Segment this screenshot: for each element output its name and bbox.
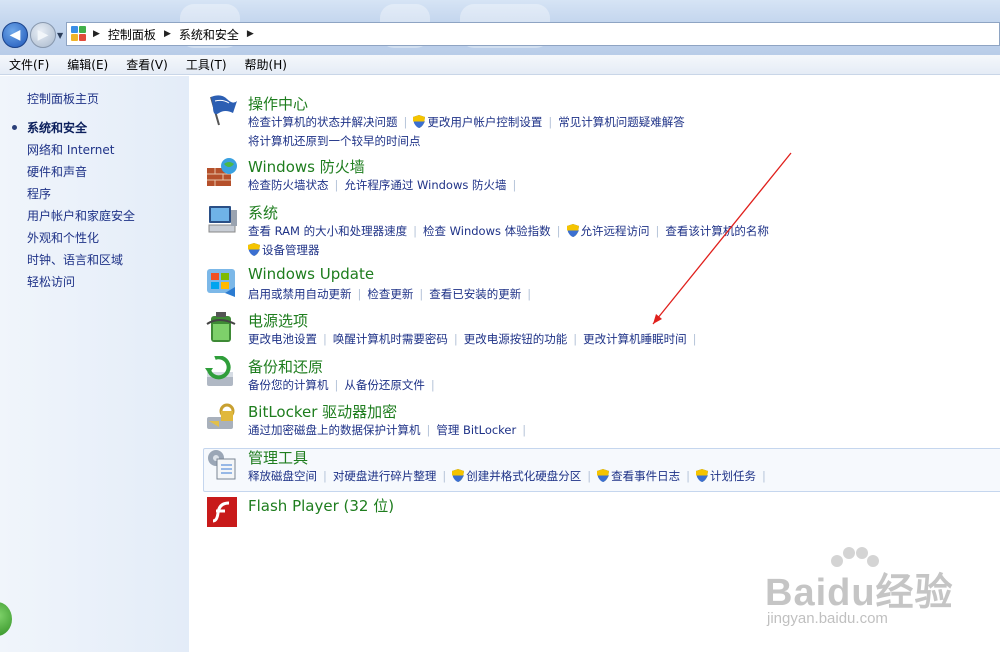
nav-item-network[interactable]: 网络和 Internet — [27, 142, 135, 164]
address-bar-region: ◀ ▶ ▼ ▶ 控制面板 ▶ 系统和安全 ▶ — [0, 0, 1000, 55]
nav-item-hardware-sound[interactable]: 硬件和声音 — [27, 164, 135, 186]
baidu-watermark: Baidu经验 jingyan.baidu.com — [755, 547, 995, 645]
breadcrumb-arrow-icon[interactable]: ▶ — [93, 29, 100, 39]
nav-item-programs[interactable]: 程序 — [27, 186, 135, 208]
back-button[interactable]: ◀ — [2, 22, 28, 48]
forward-button[interactable]: ▶ — [30, 22, 56, 48]
breadcrumb-control-panel[interactable]: 控制面板 — [108, 26, 156, 43]
breadcrumb-system-security[interactable]: 系统和安全 — [179, 26, 239, 43]
current-item-bullet-icon — [12, 125, 17, 130]
watermark-brand: Baidu经验 — [765, 572, 954, 614]
nav-list: 系统和安全 网络和 Internet 硬件和声音 程序 用户帐户和家庭安全 外观… — [27, 120, 135, 296]
menu-view[interactable]: 查看(V) — [117, 56, 177, 73]
menu-help[interactable]: 帮助(H) — [236, 56, 296, 73]
history-dropdown-icon[interactable]: ▼ — [57, 31, 63, 40]
nav-item-appearance[interactable]: 外观和个性化 — [27, 230, 135, 252]
menu-bar: 文件(F) 编辑(E) 查看(V) 工具(T) 帮助(H) — [0, 55, 1000, 75]
menu-edit[interactable]: 编辑(E) — [58, 56, 117, 73]
control-panel-icon — [71, 26, 87, 42]
menu-file[interactable]: 文件(F) — [0, 56, 58, 73]
control-panel-home-link[interactable]: 控制面板主页 — [27, 90, 99, 107]
address-field[interactable]: ▶ 控制面板 ▶ 系统和安全 ▶ — [66, 22, 1000, 46]
nav-item-user-accounts[interactable]: 用户帐户和家庭安全 — [27, 208, 135, 230]
breadcrumb-arrow-icon[interactable]: ▶ — [247, 29, 254, 39]
menu-tools[interactable]: 工具(T) — [177, 56, 236, 73]
breadcrumb-arrow-icon[interactable]: ▶ — [164, 29, 171, 39]
nav-item-system-security[interactable]: 系统和安全 — [27, 120, 135, 142]
nav-item-clock-region[interactable]: 时钟、语言和区域 — [27, 252, 135, 274]
green-orb-icon — [0, 602, 12, 636]
left-nav-pane: 控制面板主页 系统和安全 网络和 Internet 硬件和声音 程序 用户帐户和… — [0, 76, 189, 652]
annotation-arrow-line — [652, 152, 792, 325]
watermark-url: jingyan.baidu.com — [767, 610, 888, 627]
nav-item-ease-of-access[interactable]: 轻松访问 — [27, 274, 135, 296]
